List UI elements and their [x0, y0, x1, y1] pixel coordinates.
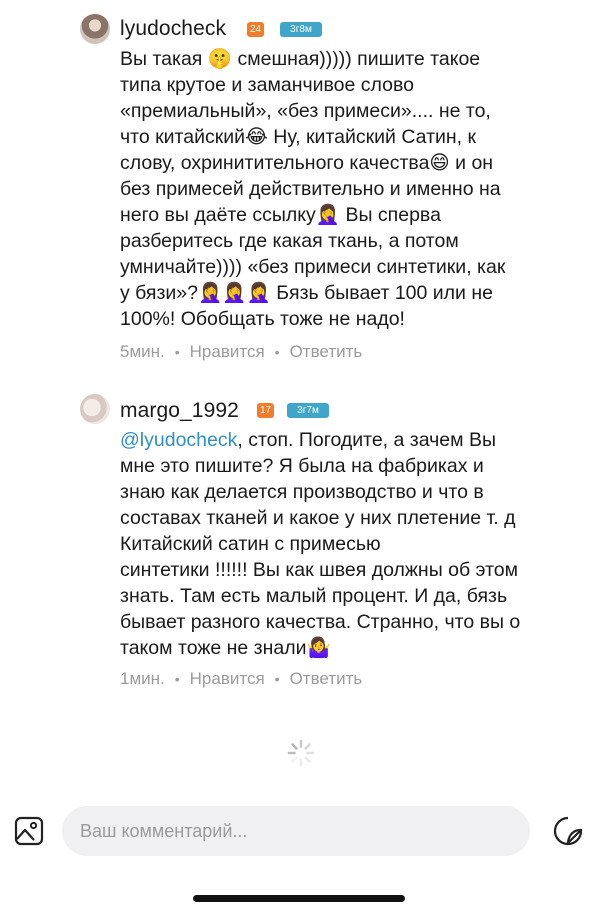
reply-button[interactable]: Ответить — [290, 669, 363, 689]
separator-dot: • — [274, 671, 280, 687]
account-age-badge: 3г8м — [280, 22, 322, 37]
image-icon[interactable] — [13, 815, 45, 847]
avatar[interactable] — [80, 14, 110, 44]
comment-username[interactable]: lyudocheck — [120, 17, 226, 41]
like-button[interactable]: Нравится — [190, 342, 265, 362]
home-indicator — [193, 895, 405, 902]
comment-meta: 5мин. • Нравится • Ответить — [120, 342, 362, 362]
comment-input[interactable]: Ваш комментарий... — [62, 806, 530, 856]
user-mention-link[interactable]: @lyudocheck — [120, 429, 237, 451]
level-badge: 17 — [257, 403, 275, 418]
level-badge: 24 — [247, 22, 265, 37]
comment-time: 1мин. — [120, 669, 165, 688]
comment-text: Вы такая 🤫 смешная))))) пишите такое тип… — [120, 48, 506, 330]
sticker-icon[interactable] — [552, 815, 584, 847]
separator-dot: • — [174, 671, 180, 687]
comment-meta: 1мин. • Нравится • Ответить — [120, 669, 362, 689]
comment-time: 5мин. — [120, 342, 165, 361]
comment-text: @lyudocheck, стоп. Погодите, а зачем Вы … — [120, 427, 582, 661]
separator-dot: • — [274, 344, 280, 360]
comment-text-body: , стоп. Погодите, а зачем Вы мне это пиш… — [120, 429, 521, 659]
account-age-badge: 3г7м — [287, 403, 329, 418]
reply-button[interactable]: Ответить — [290, 342, 363, 362]
comment-username[interactable]: margo_1992 — [120, 399, 239, 423]
like-button[interactable]: Нравится — [190, 669, 265, 689]
avatar[interactable] — [80, 394, 110, 424]
comment-input-placeholder: Ваш комментарий... — [80, 820, 248, 841]
separator-dot: • — [174, 344, 180, 360]
loading-spinner-icon — [287, 739, 315, 767]
